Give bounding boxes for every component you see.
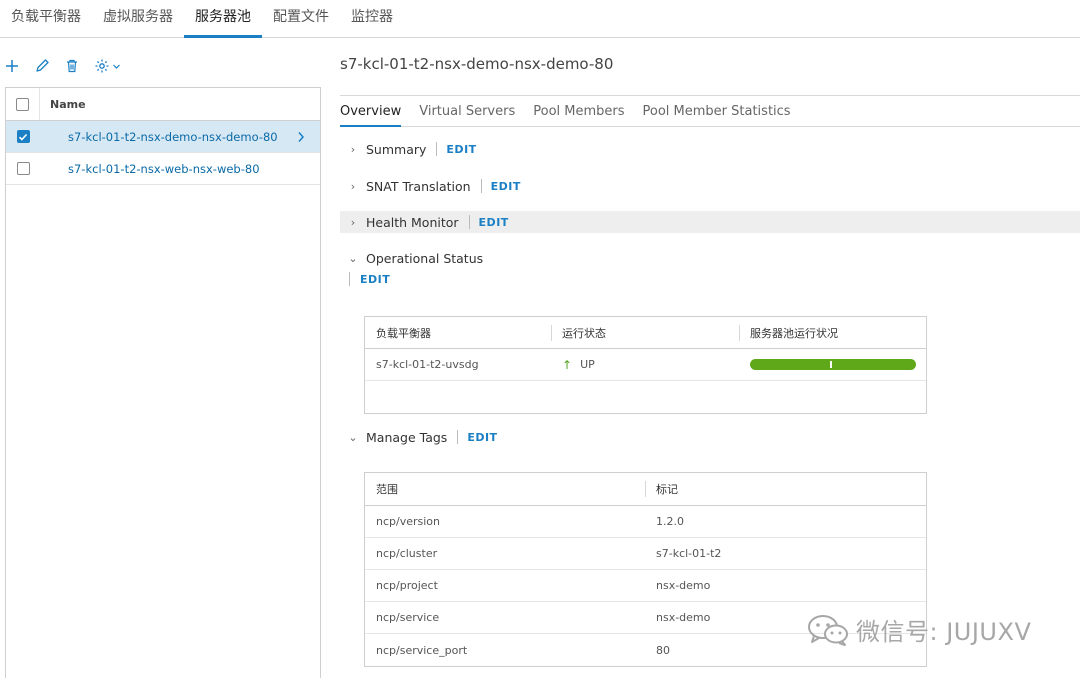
health-cell <box>739 349 926 380</box>
divider <box>457 430 459 444</box>
table-row: ncp/version 1.2.0 <box>365 506 926 538</box>
tab-server-pools[interactable]: 服务器池 <box>184 0 262 38</box>
section-operational-status: ⌄ Operational Status <box>340 247 1080 269</box>
chevron-right-icon[interactable]: › <box>340 143 366 156</box>
gear-icon <box>95 59 109 73</box>
watermark-text: 微信号: JUJUXV <box>856 618 1032 646</box>
table-header-row: 范围 标记 <box>365 473 926 506</box>
tag-value: nsx-demo <box>656 579 711 592</box>
pool-list: Name s7-kcl-01-t2-nsx-demo-nsx-demo-80 s… <box>5 87 321 678</box>
settings-button[interactable] <box>94 54 121 78</box>
column-header-load-balancer: 负载平衡器 <box>376 326 431 340</box>
table-row: s7-kcl-01-t2-uvsdg ↑ UP <box>365 349 926 381</box>
pool-list-header: Name <box>6 88 320 121</box>
section-title: Summary <box>366 141 427 157</box>
pencil-icon <box>36 59 49 72</box>
column-header-name: Name <box>50 97 86 111</box>
section-health-monitor: › Health Monitor EDIT <box>340 211 1080 233</box>
section-snat-translation: › SNAT Translation EDIT <box>340 175 1080 197</box>
tag-value: s7-kcl-01-t2 <box>656 547 722 560</box>
section-title: SNAT Translation <box>366 178 471 194</box>
delete-button[interactable] <box>64 54 80 78</box>
tag-value: 1.2.0 <box>656 515 684 528</box>
edit-health-monitor-link[interactable]: EDIT <box>479 216 509 229</box>
health-bar-marker <box>830 361 832 368</box>
page-title: s7-kcl-01-t2-nsx-demo-nsx-demo-80 <box>340 55 614 73</box>
divider <box>480 179 482 193</box>
watermark: 微信号: JUJUXV <box>806 612 1031 647</box>
arrow-up-icon: ↑ <box>562 357 573 372</box>
chevron-down-icon[interactable]: ⌄ <box>340 252 366 265</box>
chevron-down-icon <box>113 64 120 69</box>
section-title: Health Monitor <box>366 214 459 230</box>
edit-tags-link[interactable]: EDIT <box>467 431 497 444</box>
column-header-pool-health: 服务器池运行状况 <box>739 317 926 348</box>
row-checkbox[interactable] <box>16 162 30 175</box>
tab-pool-member-statistics[interactable]: Pool Member Statistics <box>643 96 791 127</box>
pool-list-item[interactable]: s7-kcl-01-t2-nsx-web-nsx-web-80 <box>6 153 320 185</box>
chevron-right-icon[interactable]: › <box>340 216 366 229</box>
tab-load-balancers[interactable]: 负载平衡器 <box>0 0 92 38</box>
section-title: Manage Tags <box>366 429 448 445</box>
status-text: UP <box>580 358 595 371</box>
edit-operational-status-link[interactable]: EDIT <box>360 273 390 286</box>
tag-scope: ncp/cluster <box>376 547 438 560</box>
divider <box>468 215 470 229</box>
edit-summary-link[interactable]: EDIT <box>446 143 476 156</box>
section-summary: › Summary EDIT <box>340 138 1080 160</box>
table-header-row: 负载平衡器 运行状态 服务器池运行状况 <box>365 317 926 349</box>
status-cell: ↑ UP <box>551 349 739 380</box>
column-header-tag: 标记 <box>645 473 926 505</box>
operational-status-table: 负载平衡器 运行状态 服务器池运行状况 s7-kcl-01-t2-uvsdg ↑… <box>364 316 927 414</box>
edit-button[interactable] <box>34 54 50 78</box>
tab-pool-members[interactable]: Pool Members <box>533 96 624 127</box>
column-header-scope: 范围 <box>376 483 398 496</box>
wechat-icon <box>808 614 848 646</box>
tab-monitors[interactable]: 监控器 <box>340 0 404 38</box>
chevron-right-icon[interactable]: › <box>340 180 366 193</box>
pool-name-link[interactable]: s7-kcl-01-t2-nsx-web-nsx-web-80 <box>40 162 260 176</box>
edit-snat-link[interactable]: EDIT <box>491 180 521 193</box>
select-all-cell <box>6 88 40 120</box>
chevron-down-icon[interactable]: ⌄ <box>340 431 366 444</box>
detail-tabs: Overview Virtual Servers Pool Members Po… <box>340 95 1080 127</box>
select-all-checkbox[interactable] <box>16 97 29 111</box>
table-row: ncp/project nsx-demo <box>365 570 926 602</box>
row-checkbox[interactable] <box>16 130 30 143</box>
operational-status-edit: EDIT <box>349 271 390 287</box>
pool-name-link[interactable]: s7-kcl-01-t2-nsx-demo-nsx-demo-80 <box>40 130 278 144</box>
plus-icon <box>6 60 18 72</box>
health-bar <box>750 359 916 370</box>
tag-scope: ncp/service <box>376 611 440 624</box>
top-navigation: 负载平衡器 虚拟服务器 服务器池 配置文件 监控器 <box>0 0 1080 38</box>
checkbox-cell <box>6 162 40 175</box>
tab-virtual-servers[interactable]: 虚拟服务器 <box>92 0 184 38</box>
column-header-status: 运行状态 <box>551 317 739 348</box>
pool-toolbar <box>0 52 320 80</box>
tab-overview[interactable]: Overview <box>340 96 402 127</box>
tab-virtual-servers-detail[interactable]: Virtual Servers <box>419 96 515 127</box>
tag-scope: ncp/version <box>376 515 440 528</box>
checkmark-icon <box>18 133 28 141</box>
tag-scope: ncp/project <box>376 579 438 592</box>
add-button[interactable] <box>4 54 20 78</box>
tag-scope: ncp/service_port <box>376 643 468 657</box>
trash-icon <box>67 59 77 73</box>
divider <box>436 142 438 156</box>
chevron-right-icon <box>298 132 305 142</box>
section-title: Operational Status <box>366 250 484 266</box>
tab-profiles[interactable]: 配置文件 <box>262 0 340 38</box>
divider <box>349 272 350 286</box>
table-row: ncp/cluster s7-kcl-01-t2 <box>365 538 926 570</box>
checkbox-cell <box>6 130 40 143</box>
section-manage-tags: ⌄ Manage Tags EDIT <box>340 426 1080 448</box>
pool-list-item[interactable]: s7-kcl-01-t2-nsx-demo-nsx-demo-80 <box>6 121 320 153</box>
load-balancer-name: s7-kcl-01-t2-uvsdg <box>376 358 479 371</box>
